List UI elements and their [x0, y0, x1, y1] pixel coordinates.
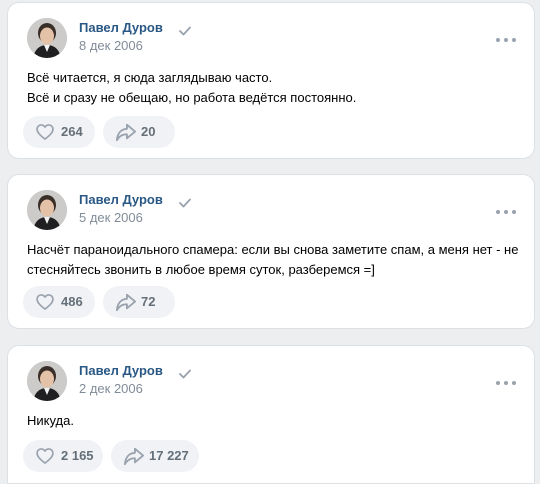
share-count: 17 227 [149, 448, 189, 463]
post-text-line: Всё читается, я сюда заглядываю часто. [27, 70, 273, 85]
like-count: 486 [61, 294, 83, 309]
author-name[interactable]: Павел Дуров [79, 363, 163, 378]
heart-icon [36, 294, 54, 310]
share-count: 20 [141, 124, 156, 139]
author-name[interactable]: Павел Дуров [79, 20, 163, 35]
heart-icon [36, 448, 54, 464]
share-arrow-icon [116, 123, 136, 142]
post-text: Никуда. [27, 411, 517, 431]
post-text: Насчёт параноидального спамера: если вы … [27, 240, 519, 280]
post-date[interactable]: 2 дек 2006 [79, 381, 143, 396]
like-button[interactable]: 264 [23, 116, 95, 148]
avatar[interactable] [27, 361, 67, 401]
share-arrow-icon [124, 447, 144, 466]
wall-post: Павел Дуров 5 дек 2006 Насчёт параноидал… [7, 174, 535, 329]
verified-check-icon [179, 366, 191, 384]
wall-feed: Павел Дуров 8 дек 2006 Всё читается, я с… [0, 0, 540, 484]
post-date[interactable]: 8 дек 2006 [79, 38, 143, 53]
share-button[interactable]: 17 227 [111, 440, 199, 472]
author-name[interactable]: Павел Дуров [79, 192, 163, 207]
avatar[interactable] [27, 18, 67, 58]
post-text-line: Всё и сразу не обещаю, но работа ведётся… [27, 90, 357, 105]
wall-post: Павел Дуров 8 дек 2006 Всё читается, я с… [7, 2, 535, 159]
more-options-icon[interactable] [496, 37, 516, 43]
like-button[interactable]: 2 165 [23, 440, 103, 472]
share-button[interactable]: 72 [103, 286, 175, 318]
post-text-line: Никуда. [27, 413, 74, 428]
verified-check-icon [179, 23, 191, 41]
like-count: 264 [61, 124, 83, 139]
heart-icon [36, 124, 54, 140]
like-button[interactable]: 486 [23, 286, 95, 318]
avatar[interactable] [27, 190, 67, 230]
like-count: 2 165 [61, 448, 94, 463]
post-text-line: Насчёт параноидального спамера: если вы … [27, 242, 519, 257]
verified-check-icon [179, 195, 191, 213]
wall-post: Павел Дуров 2 дек 2006 Никуда. 2 165 17 … [7, 345, 535, 484]
more-options-icon[interactable] [496, 380, 516, 386]
share-count: 72 [141, 294, 156, 309]
more-options-icon[interactable] [496, 209, 516, 215]
post-text: Всё читается, я сюда заглядываю часто. В… [27, 68, 517, 108]
post-date[interactable]: 5 дек 2006 [79, 210, 143, 225]
post-text-line: стесняйтесь звонить в любое время суток,… [27, 262, 375, 277]
share-button[interactable]: 20 [103, 116, 175, 148]
share-arrow-icon [116, 293, 136, 312]
